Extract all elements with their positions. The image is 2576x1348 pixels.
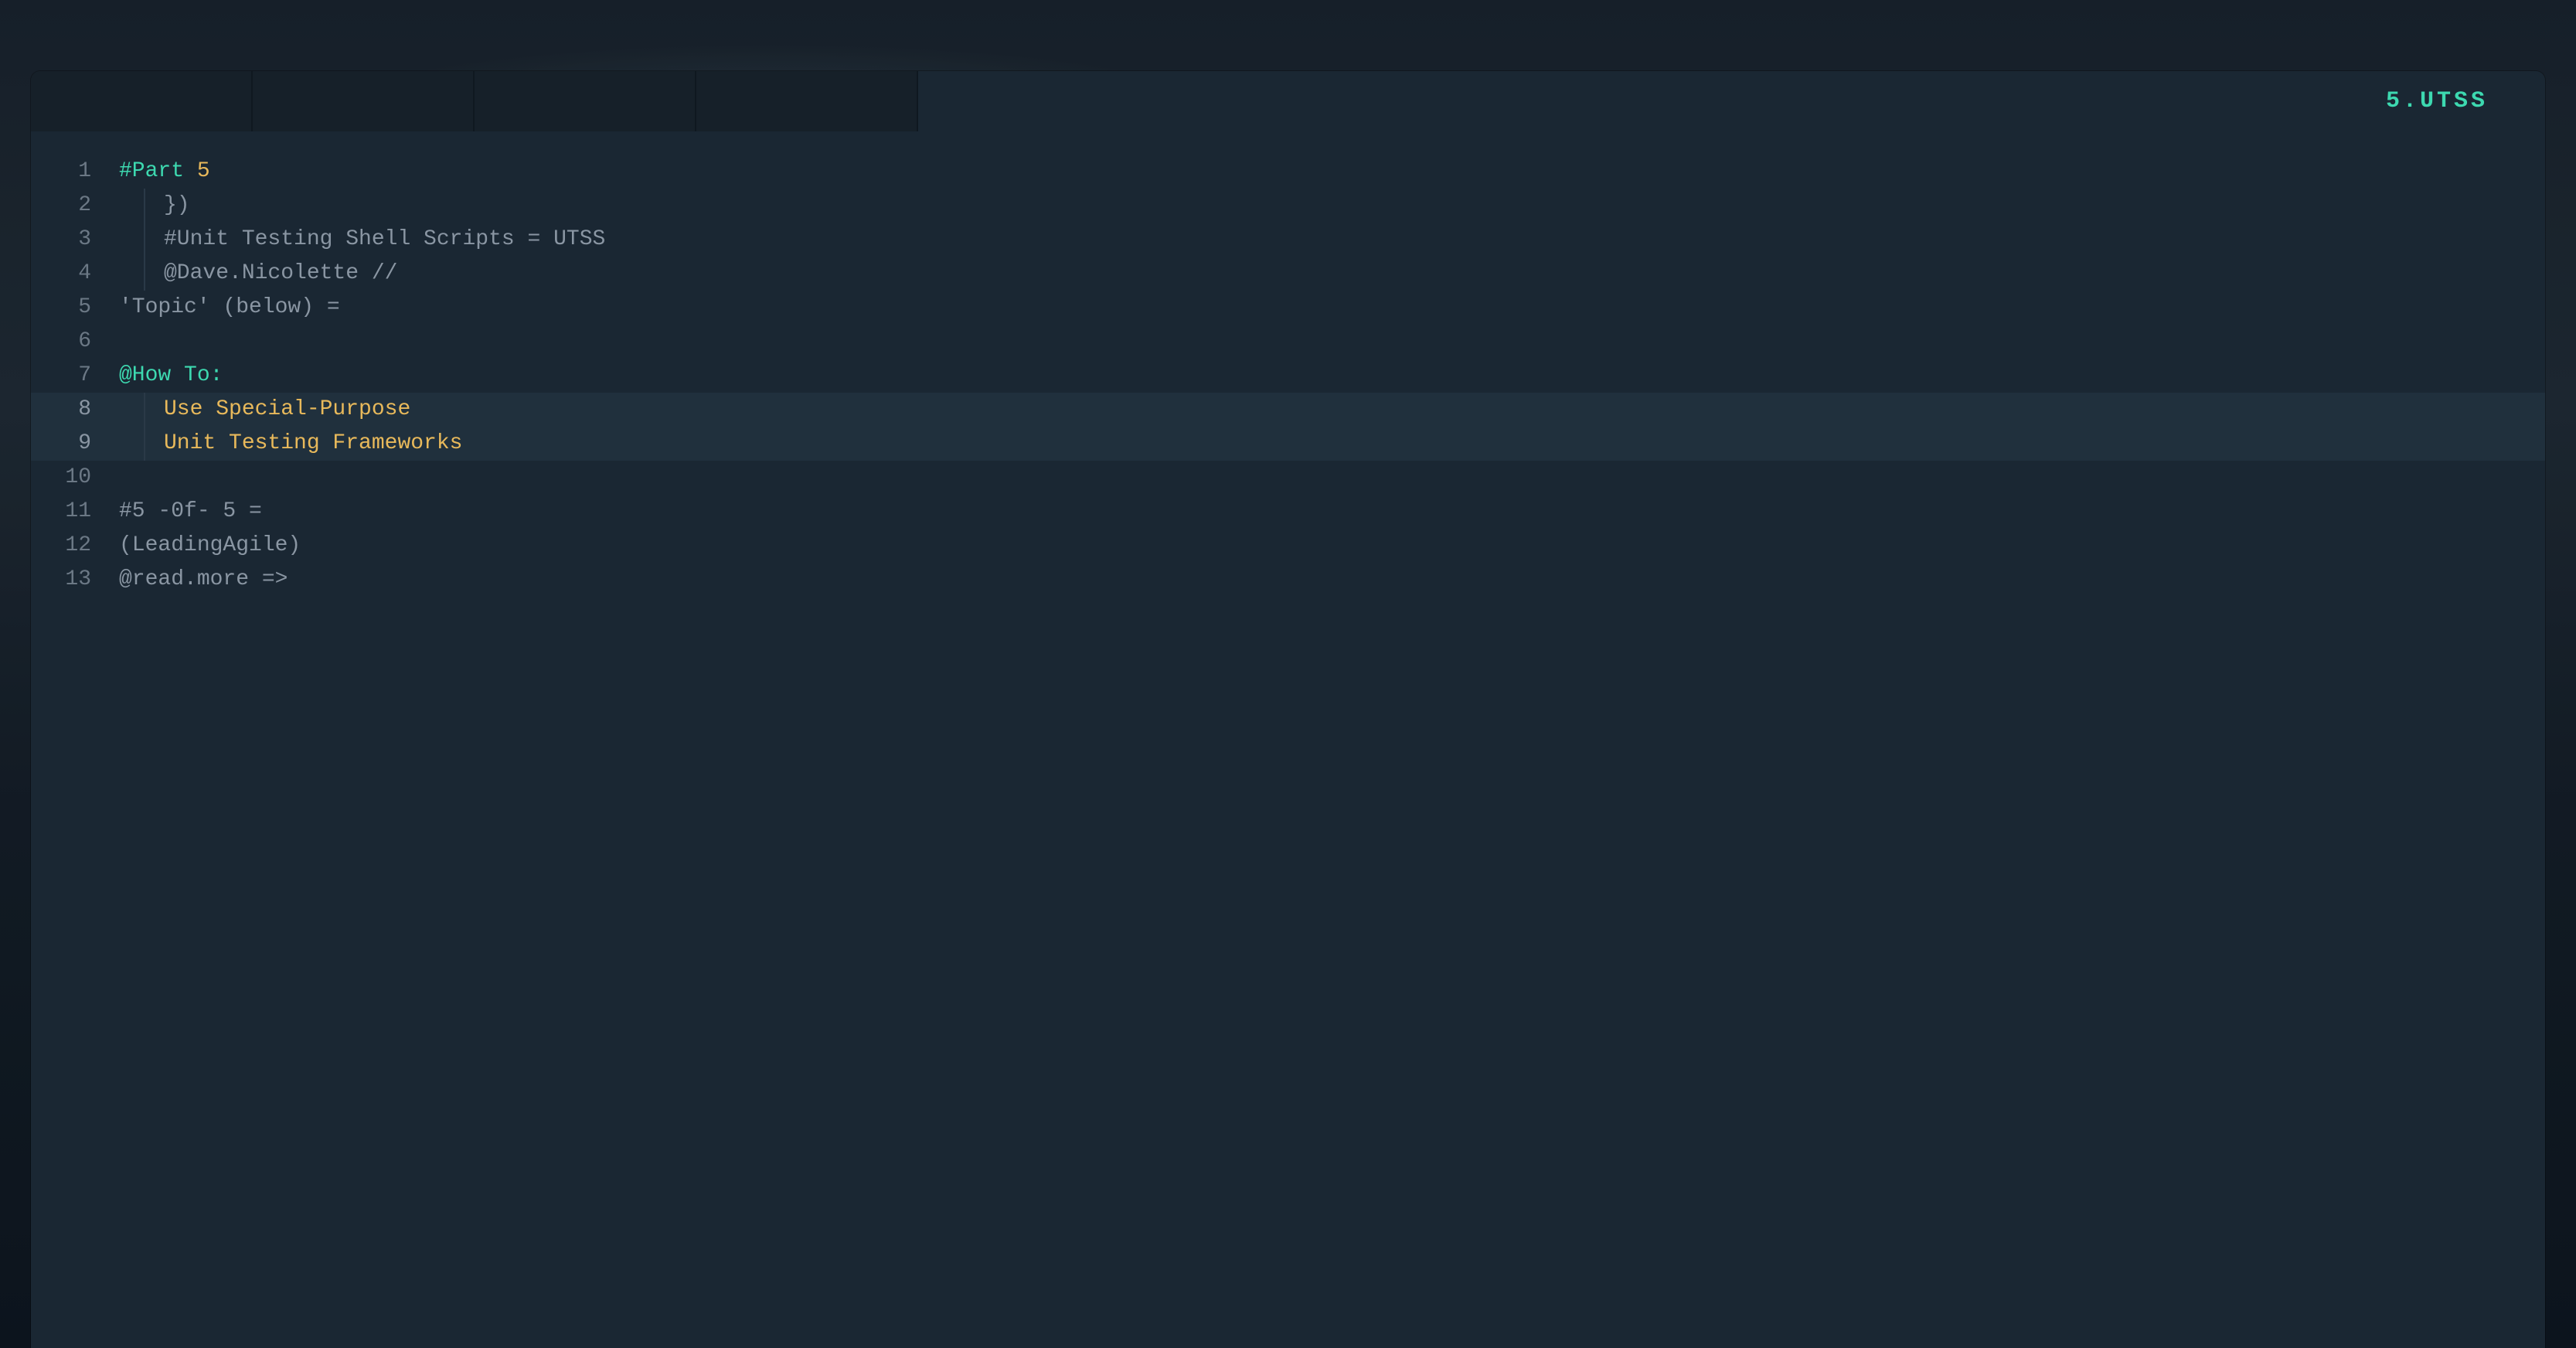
code-line[interactable]: 3 #Unit Testing Shell Scripts = UTSS xyxy=(31,223,2545,257)
code-token: #Unit Testing Shell Scripts = UTSS xyxy=(164,227,605,251)
code-token: }) xyxy=(164,193,190,217)
line-number: 13 xyxy=(31,563,108,597)
line-number: 9 xyxy=(31,427,108,461)
code-line[interactable]: 5 'Topic' (below) = xyxy=(31,291,2545,325)
code-token: @How To: xyxy=(119,363,223,387)
code-line[interactable]: 7 @How To: xyxy=(31,359,2545,393)
code-content: #5 -0f- 5 = xyxy=(108,495,262,529)
code-content: Unit Testing Frameworks xyxy=(145,427,462,461)
code-editor[interactable]: 1#Part 52})3#Unit Testing Shell Scripts … xyxy=(31,131,2545,1348)
line-number: 12 xyxy=(31,529,108,563)
line-number: 10 xyxy=(31,461,108,495)
line-number: 1 xyxy=(31,155,108,189)
line-number: 7 xyxy=(31,359,108,393)
line-number: 5 xyxy=(31,291,108,325)
code-content: Use Special-Purpose xyxy=(145,393,410,427)
code-token: (LeadingAgile) xyxy=(119,533,301,557)
code-token: @read.more => xyxy=(119,567,288,591)
tab-3[interactable] xyxy=(475,71,696,131)
code-line[interactable]: 4 @Dave.Nicolette // xyxy=(31,257,2545,291)
code-token: #5 -0f- 5 = xyxy=(119,499,262,523)
tab-5-active[interactable]: 5.UTSS xyxy=(918,71,2545,131)
code-line[interactable]: 1#Part 5 xyxy=(31,155,2545,189)
code-content: (LeadingAgile) xyxy=(108,529,301,563)
code-content: #Unit Testing Shell Scripts = UTSS xyxy=(145,223,605,257)
code-line[interactable]: 12 (LeadingAgile) xyxy=(31,529,2545,563)
line-number: 4 xyxy=(31,257,108,291)
code-token: Use Special-Purpose xyxy=(164,397,410,421)
code-content: @read.more => xyxy=(108,563,288,597)
code-line[interactable]: 2}) xyxy=(31,189,2545,223)
editor-window: 5.UTSS 1#Part 52})3#Unit Testing Shell S… xyxy=(31,71,2545,1348)
code-line[interactable]: 6 xyxy=(31,325,2545,359)
code-content: 'Topic' (below) = xyxy=(108,291,340,325)
code-line[interactable]: 13 @read.more => xyxy=(31,563,2545,597)
code-token: @Dave.Nicolette // xyxy=(164,261,397,285)
code-content: @Dave.Nicolette // xyxy=(145,257,397,291)
code-line[interactable]: 11 #5 -0f- 5 = xyxy=(31,495,2545,529)
code-content: @How To: xyxy=(108,359,223,393)
tab-active-label: 5.UTSS xyxy=(2386,88,2488,114)
code-content: }) xyxy=(145,189,190,223)
code-token: Unit Testing Frameworks xyxy=(164,431,462,455)
code-token: #Part xyxy=(119,159,197,183)
code-line[interactable]: 8 Use Special-Purpose xyxy=(31,393,2545,427)
tab-bar: 5.UTSS xyxy=(31,71,2545,131)
code-content: #Part 5 xyxy=(108,155,210,189)
code-line[interactable]: 10 xyxy=(31,461,2545,495)
tab-4[interactable] xyxy=(696,71,918,131)
code-line[interactable]: 9 Unit Testing Frameworks xyxy=(31,427,2545,461)
code-token: 5 xyxy=(197,159,210,183)
code-token: 'Topic' (below) = xyxy=(119,295,340,319)
line-number: 8 xyxy=(31,393,108,427)
line-number: 3 xyxy=(31,223,108,257)
line-number: 11 xyxy=(31,495,108,529)
line-number: 6 xyxy=(31,325,108,359)
tab-1[interactable] xyxy=(31,71,253,131)
tab-2[interactable] xyxy=(253,71,475,131)
line-number: 2 xyxy=(31,189,108,223)
